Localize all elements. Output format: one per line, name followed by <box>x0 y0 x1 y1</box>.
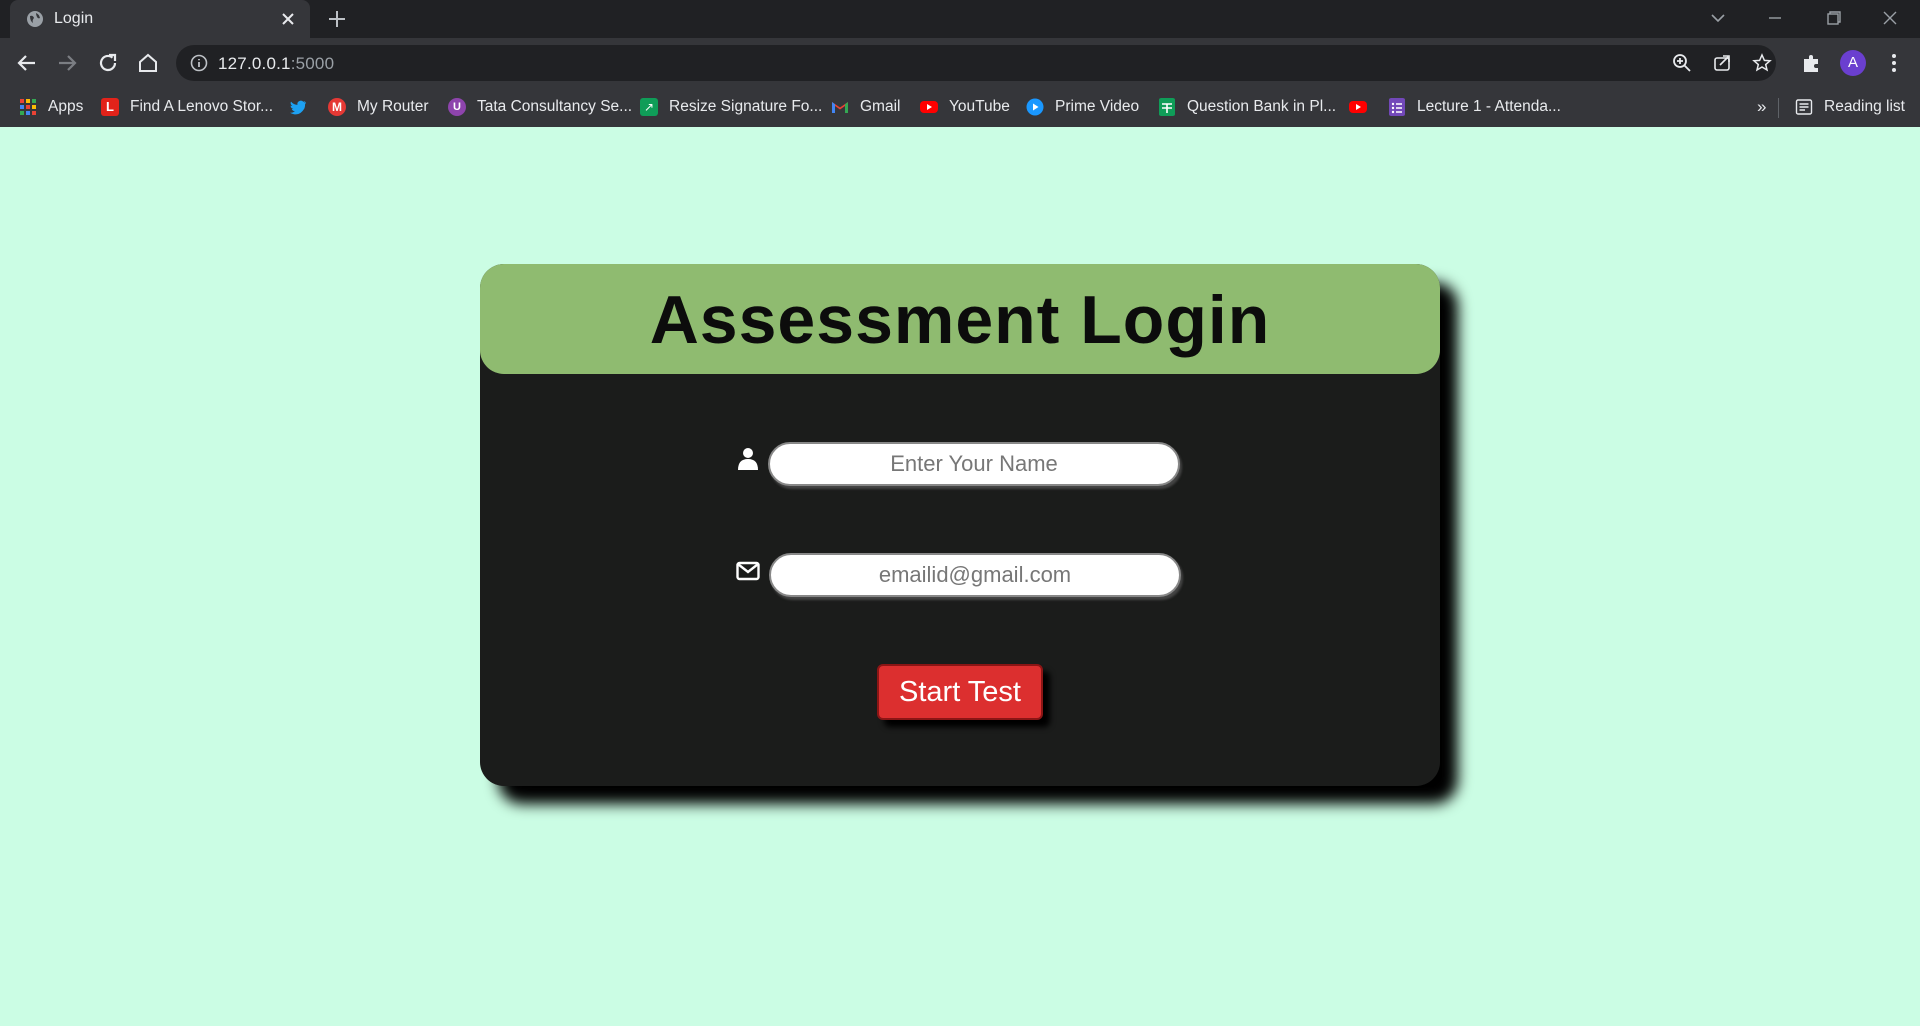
bookmark-gmail[interactable]: Gmail <box>831 96 900 118</box>
bookmark-lecture-1[interactable]: Lecture 1 - Attenda... <box>1388 96 1561 118</box>
tab-strip: Login <box>0 0 1920 38</box>
globe-icon <box>27 11 43 27</box>
router-icon: M <box>328 98 346 116</box>
bookmark-question-bank[interactable]: Question Bank in Pl... <box>1158 96 1336 118</box>
bookmarks-divider <box>1778 98 1779 118</box>
reading-list-button[interactable]: Reading list <box>1795 96 1905 118</box>
tcs-icon: U <box>448 98 466 116</box>
twitter-icon <box>290 100 306 115</box>
bookmark-tcs[interactable]: U Tata Consultancy Se... <box>448 96 632 118</box>
bookmark-apps[interactable]: Apps <box>19 96 83 118</box>
reading-list-icon <box>1795 99 1813 115</box>
bookmark-star-icon[interactable] <box>1752 53 1772 73</box>
address-bar[interactable]: 127.0.0.1:5000 <box>176 45 1776 81</box>
tab-login[interactable]: Login <box>10 0 310 38</box>
url-text[interactable]: 127.0.0.1:5000 <box>218 54 334 74</box>
browser-toolbar: 127.0.0.1:5000 A <box>0 38 1920 88</box>
bookmark-youtube-2[interactable] <box>1349 96 1378 118</box>
youtube-icon <box>920 101 938 113</box>
more-bookmarks-chevron[interactable]: » <box>1757 96 1766 118</box>
envelope-icon <box>736 561 760 581</box>
window-close-icon[interactable] <box>1878 8 1902 28</box>
restore-icon[interactable] <box>1821 8 1845 28</box>
browser-chrome: Login 127.0.0.1:5000 A Apps L Find A Len… <box>0 0 1920 127</box>
extensions-puzzle-icon[interactable] <box>1800 51 1824 75</box>
share-icon[interactable] <box>1712 53 1732 73</box>
tab-search-chevron-icon[interactable] <box>1706 8 1730 28</box>
sheets-icon <box>1159 98 1175 116</box>
bookmark-youtube[interactable]: YouTube <box>920 96 1010 118</box>
resize-icon: ↗ <box>640 98 658 116</box>
gmail-icon <box>832 102 848 113</box>
forward-arrow-icon[interactable] <box>55 51 79 75</box>
new-tab-icon[interactable] <box>326 8 348 30</box>
name-input[interactable] <box>768 442 1180 486</box>
tab-title: Login <box>54 10 94 27</box>
close-icon[interactable] <box>278 9 298 29</box>
zoom-icon[interactable] <box>1672 53 1692 73</box>
back-arrow-icon[interactable] <box>15 51 39 75</box>
user-icon <box>738 448 758 470</box>
minimize-icon[interactable] <box>1763 8 1787 28</box>
forms-icon <box>1389 98 1405 116</box>
start-test-button[interactable]: Start Test <box>877 664 1043 720</box>
bookmark-prime-video[interactable]: Prime Video <box>1026 96 1139 118</box>
bookmarks-bar: Apps L Find A Lenovo Stor... M My Router… <box>0 88 1920 127</box>
home-icon[interactable] <box>136 51 160 75</box>
email-input[interactable] <box>769 553 1181 597</box>
lenovo-icon: L <box>101 98 119 116</box>
reload-icon[interactable] <box>96 51 120 75</box>
youtube-icon <box>1349 101 1367 113</box>
prime-video-icon <box>1026 98 1044 116</box>
login-card: Assessment Login Start Test <box>480 264 1440 786</box>
bookmark-my-router[interactable]: M My Router <box>328 96 429 118</box>
profile-avatar[interactable]: A <box>1840 50 1866 76</box>
bookmark-resize-signature[interactable]: ↗ Resize Signature Fo... <box>640 96 822 118</box>
info-icon[interactable] <box>190 54 208 72</box>
card-header: Assessment Login <box>480 264 1440 374</box>
bookmark-twitter[interactable] <box>289 96 318 118</box>
apps-grid-icon <box>20 99 36 115</box>
bookmark-lenovo[interactable]: L Find A Lenovo Stor... <box>101 96 273 118</box>
more-menu-icon[interactable] <box>1882 51 1906 75</box>
page-title: Assessment Login <box>649 282 1271 358</box>
